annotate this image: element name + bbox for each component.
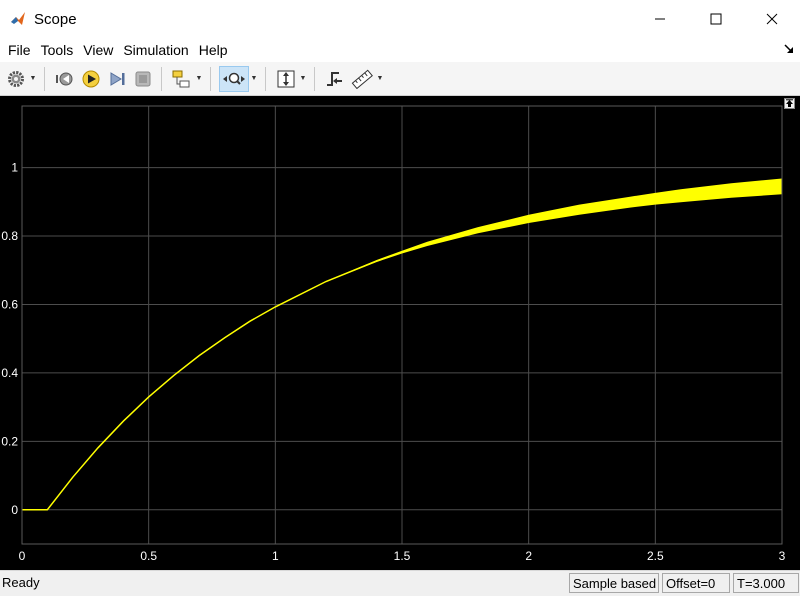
y-tick-label: 1 (11, 161, 18, 175)
scope-display[interactable]: 0 0.5 1 1.5 2 2.5 3 0 0.2 0.4 0.6 0.8 1 (0, 96, 800, 570)
toolbar: ▼ ▼ ▼ ▼ ▼ (0, 62, 800, 96)
restore-arrow-icon (786, 99, 793, 107)
menu-view[interactable]: View (78, 42, 118, 58)
x-tick-label: 2 (525, 549, 532, 563)
x-tick-label: 1 (272, 549, 279, 563)
settings-gear-icon (8, 70, 24, 87)
time-status: T=3.000 (733, 573, 799, 593)
maximize-icon (710, 13, 722, 25)
x-tick-label: 2.5 (647, 549, 664, 563)
toolbar-separator (265, 66, 266, 91)
status-ready-text: Ready (2, 575, 40, 590)
x-tick-label: 0 (19, 549, 26, 563)
sample-mode-text: Sample based (573, 575, 657, 591)
menu-simulation[interactable]: Simulation (118, 42, 193, 58)
highlight-block-button[interactable] (170, 66, 194, 92)
y-tick-label: 0.2 (1, 434, 18, 448)
stop-icon (135, 71, 151, 86)
toolbar-separator (210, 66, 211, 91)
x-tick-label: 3 (779, 549, 786, 563)
matlab-logo-icon (10, 11, 26, 27)
zoom-dropdown-icon[interactable]: ▼ (249, 66, 259, 92)
undock-legend-button[interactable] (784, 98, 795, 109)
highlight-block-icon (172, 70, 190, 87)
time-text: T=3.000 (737, 575, 786, 591)
close-button[interactable] (744, 0, 800, 38)
y-tick-label: 0.6 (1, 297, 18, 311)
x-tick-label: 0.5 (140, 549, 157, 563)
scope-plot[interactable]: 0 0.5 1 1.5 2 2.5 3 0 0.2 0.4 0.6 0.8 1 (0, 96, 800, 570)
sample-mode-status[interactable]: Sample based (569, 573, 659, 593)
measurements-dropdown-icon[interactable]: ▼ (375, 66, 385, 92)
run-icon (82, 70, 100, 87)
menu-file[interactable]: File (0, 42, 36, 58)
step-forward-icon (110, 71, 125, 86)
offset-text: Offset=0 (666, 575, 716, 591)
scale-axes-button[interactable] (274, 66, 298, 92)
zoom-icon (223, 72, 245, 85)
triggers-button[interactable] (323, 66, 347, 92)
stop-button[interactable] (131, 66, 155, 92)
highlight-dropdown-icon[interactable]: ▼ (194, 66, 204, 92)
step-forward-button[interactable] (105, 66, 129, 92)
run-button[interactable] (79, 66, 103, 92)
maximize-button[interactable] (688, 0, 744, 38)
menu-help[interactable]: Help (194, 42, 233, 58)
step-back-button[interactable] (53, 66, 77, 92)
y-tick-label: 0 (11, 503, 18, 517)
triggers-icon (327, 71, 342, 86)
close-icon (766, 13, 778, 25)
step-back-icon (56, 72, 73, 85)
y-tick-label: 0.8 (1, 229, 18, 243)
scale-axes-dropdown-icon[interactable]: ▼ (298, 66, 308, 92)
settings-button[interactable] (4, 66, 28, 92)
measurements-icon (351, 69, 373, 89)
menu-tools[interactable]: Tools (36, 42, 79, 58)
zoom-button[interactable] (219, 65, 249, 92)
scale-axes-icon (277, 70, 295, 87)
menu-bar: File Tools View Simulation Help (0, 38, 800, 62)
minimize-button[interactable] (632, 0, 688, 38)
title-bar: Scope (0, 0, 800, 38)
toolbar-separator (44, 66, 45, 91)
toolbar-separator (161, 66, 162, 91)
measurements-button[interactable] (349, 66, 375, 92)
x-tick-label: 1.5 (394, 549, 411, 563)
settings-dropdown-icon[interactable]: ▼ (28, 66, 38, 92)
status-bar: Ready Sample based Offset=0 T=3.000 (0, 570, 800, 596)
dock-arrow-icon[interactable] (784, 44, 794, 54)
toolbar-separator (314, 66, 315, 91)
offset-status: Offset=0 (662, 573, 730, 593)
y-tick-label: 0.4 (1, 366, 18, 380)
minimize-icon (655, 18, 665, 20)
window-title: Scope (34, 10, 77, 28)
